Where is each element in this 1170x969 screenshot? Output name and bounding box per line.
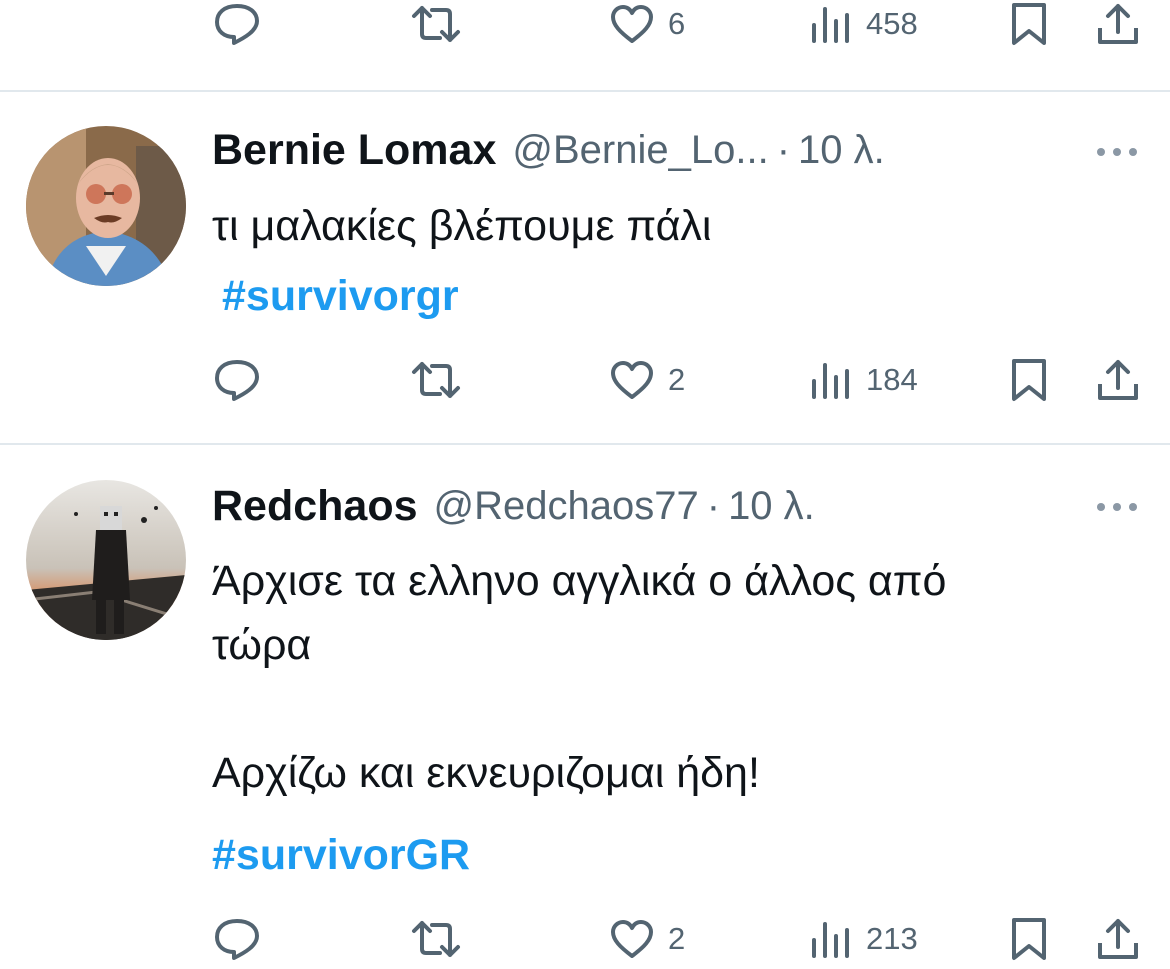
timestamp[interactable]: 10 λ. — [728, 484, 815, 529]
separator-dot: · — [706, 483, 721, 528]
retweet-button[interactable] — [410, 909, 462, 969]
share-button[interactable] — [1096, 350, 1140, 410]
avatar[interactable] — [26, 480, 186, 640]
more-button[interactable] — [1092, 487, 1142, 527]
views-count: 213 — [866, 921, 918, 956]
like-count: 2 — [668, 362, 686, 397]
timestamp[interactable]: 10 λ. — [798, 128, 885, 173]
tweet-text: τι μαλακίες βλέπουμε πάλι — [212, 202, 712, 250]
retweet-icon — [412, 362, 460, 398]
reply-button[interactable] — [212, 350, 262, 410]
like-icon — [611, 920, 653, 958]
bookmark-button[interactable] — [1010, 909, 1048, 969]
like-icon — [611, 361, 653, 399]
views-icon — [812, 922, 849, 958]
user-handle[interactable]: @Redchaos77 — [434, 484, 699, 529]
more-icon — [1097, 503, 1137, 511]
tweet[interactable]: Redchaos @Redchaos77 · 10 λ. Άρχισε τα ε… — [0, 445, 1170, 960]
tweet-header: Bernie Lomax @Bernie_Lo... · 10 λ. — [212, 122, 885, 178]
display-name[interactable]: Bernie Lomax — [212, 126, 496, 175]
bookmark-icon — [1012, 918, 1046, 960]
tweet-header: Redchaos @Redchaos77 · 10 λ. — [212, 478, 815, 534]
more-button[interactable] — [1092, 132, 1142, 172]
share-icon — [1098, 4, 1138, 44]
tweet-action-bar: 6 458 — [0, 0, 1170, 54]
hashtag-link[interactable]: #survivorgr — [222, 264, 459, 328]
bookmark-icon — [1012, 359, 1046, 401]
retweet-icon — [412, 921, 460, 957]
like-button[interactable]: 2 — [610, 909, 685, 969]
separator-dot: · — [776, 127, 791, 172]
views-count: 458 — [866, 6, 918, 41]
views-button[interactable]: 458 — [810, 0, 918, 54]
reply-icon — [215, 4, 259, 45]
views-icon — [812, 363, 849, 399]
display-name[interactable]: Redchaos — [212, 482, 418, 531]
views-button[interactable]: 213 — [810, 909, 918, 969]
retweet-button[interactable] — [410, 0, 462, 54]
like-button[interactable]: 2 — [610, 350, 685, 410]
bookmark-icon — [1012, 3, 1046, 45]
share-button[interactable] — [1096, 0, 1140, 54]
bookmark-button[interactable] — [1010, 0, 1048, 54]
reply-icon — [215, 360, 259, 401]
tweet-action-bar: 2 213 — [0, 909, 1170, 969]
share-icon — [1098, 919, 1138, 959]
tweet-action-bar: 2 184 — [0, 350, 1170, 410]
like-count: 2 — [668, 921, 686, 956]
reply-button[interactable] — [212, 0, 262, 54]
share-icon — [1098, 360, 1138, 400]
tweet[interactable]: Bernie Lomax @Bernie_Lo... · 10 λ. τι μα… — [0, 92, 1170, 444]
like-icon — [611, 5, 653, 43]
more-icon — [1097, 148, 1137, 156]
retweet-icon — [412, 6, 460, 42]
reply-icon — [215, 919, 259, 960]
share-button[interactable] — [1096, 909, 1140, 969]
views-icon — [812, 7, 849, 43]
user-handle[interactable]: @Bernie_Lo... — [512, 128, 768, 173]
tweet-text: Άρχισε τα ελληνο αγγλικά ο άλλος από τώρ… — [212, 557, 947, 797]
avatar[interactable] — [26, 126, 186, 286]
reply-button[interactable] — [212, 909, 262, 969]
hashtag-link[interactable]: #survivorGR — [212, 823, 470, 887]
like-count: 6 — [668, 6, 686, 41]
bookmark-button[interactable] — [1010, 350, 1048, 410]
views-button[interactable]: 184 — [810, 350, 918, 410]
retweet-button[interactable] — [410, 350, 462, 410]
like-button[interactable]: 6 — [610, 0, 685, 54]
views-count: 184 — [866, 362, 918, 397]
